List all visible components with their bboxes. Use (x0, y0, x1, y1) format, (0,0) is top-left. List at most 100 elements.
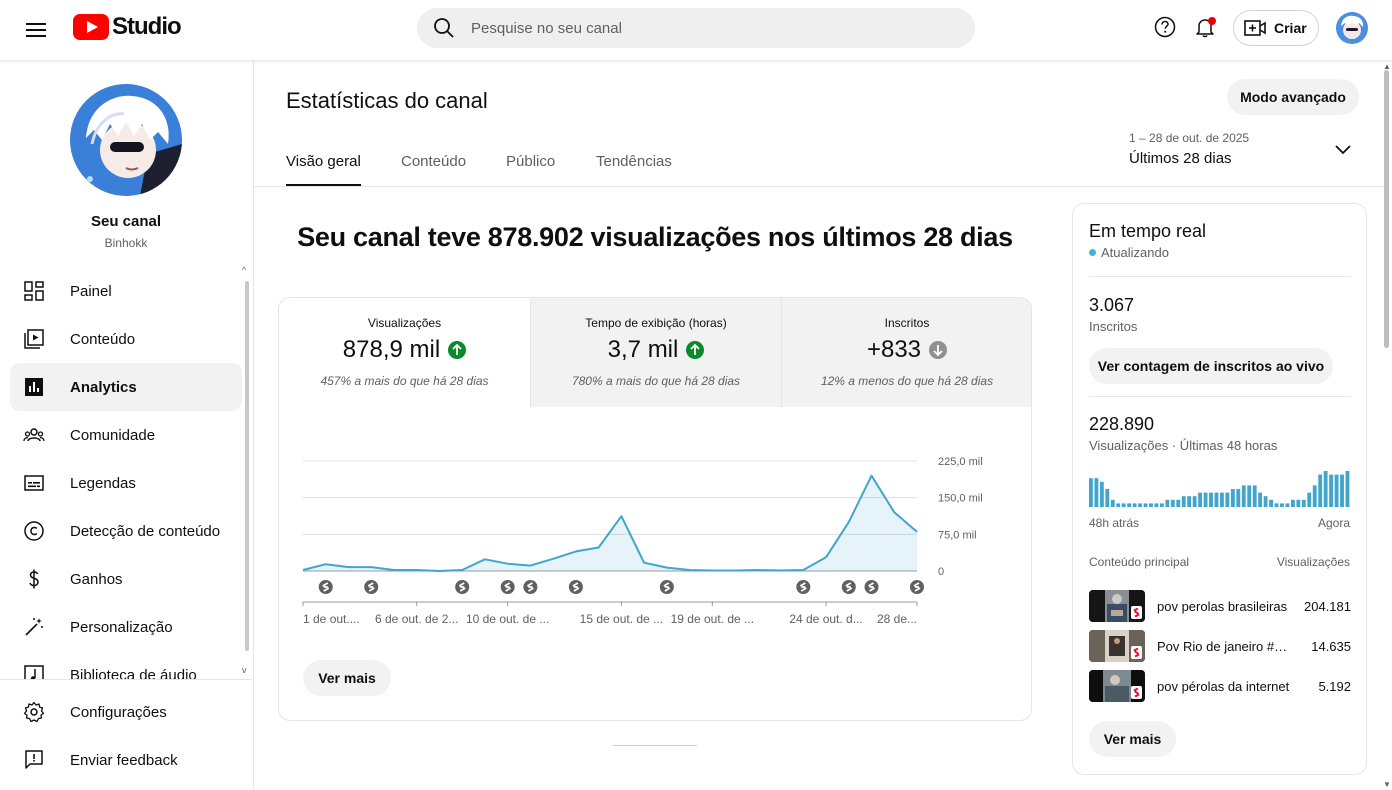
tab-conteudo[interactable]: Conteúdo (401, 153, 466, 170)
see-more-button[interactable]: Ver mais (303, 660, 391, 696)
content-icon (22, 327, 46, 351)
sidebar-scrollbar[interactable] (245, 281, 249, 651)
channel-avatar[interactable] (70, 84, 182, 196)
sidebar-item-deteccao[interactable]: Detecção de conteúdo (10, 507, 242, 555)
sidebar-item-personalizacao[interactable]: Personalização (10, 603, 242, 651)
earn-icon (22, 567, 46, 591)
y-tick-label: 225,0 mil (938, 456, 983, 468)
top-content-row[interactable]: Pov Rio de janeiro #shorts 14.635 (1089, 630, 1351, 662)
sidebar: Seu canal Binhokk Painel Conteúdo Analyt… (0, 61, 254, 790)
hourly-bar (1203, 492, 1208, 507)
sidebar-scroll-down[interactable]: v (242, 665, 247, 675)
top-content-header: Conteúdo principal (1089, 555, 1190, 569)
top-content-row[interactable]: pov pérolas da internet 5.192 (1089, 670, 1351, 702)
hourly-bar (1247, 485, 1252, 507)
tab-visao-geral[interactable]: Visão geral (286, 153, 361, 170)
hourly-bar (1323, 471, 1328, 507)
top-content-row[interactable]: pov perolas brasileiras 204.181 (1089, 590, 1351, 622)
hourly-bar (1187, 496, 1192, 507)
copyright-icon (22, 519, 46, 543)
main-scrollbar[interactable] (1384, 70, 1389, 348)
hourly-bar (1312, 485, 1317, 507)
audio-library-icon (22, 663, 46, 679)
page-indicator (613, 745, 697, 746)
metric-change: 12% a menos do que há 28 dias (820, 374, 994, 388)
hourly-bar (1307, 492, 1312, 507)
status-text: Atualizando (1101, 245, 1169, 260)
search-bar[interactable] (417, 8, 975, 48)
content-title: pov pérolas da internet (1157, 678, 1290, 694)
hourly-bar (1269, 499, 1273, 507)
notifications-bell-icon[interactable] (1190, 12, 1220, 42)
trend-up-icon (448, 341, 467, 359)
realtime-see-more-button[interactable]: Ver mais (1089, 721, 1176, 757)
axis-end-label: Agora (1317, 516, 1350, 530)
metric-views[interactable]: Visualizações 878,9 mil 457% a mais do q… (279, 298, 530, 407)
sidebar-item-label: Analytics (70, 378, 137, 396)
sidebar-item-analytics[interactable]: Analytics (10, 363, 242, 411)
metric-label: Tempo de exibição (horas) (585, 316, 727, 330)
realtime-title: Em tempo real (1089, 221, 1207, 241)
x-tick-label: 15 de out. de ... (580, 612, 663, 626)
hourly-bar (1280, 503, 1284, 507)
x-tick-label: 19 de out. de ... (671, 612, 754, 626)
overview-card: Visualizações 878,9 mil 457% a mais do q… (278, 297, 1032, 721)
x-tick-label: 10 de out. de ... (466, 612, 549, 626)
metric-change: 457% a mais do que há 28 dias (320, 374, 489, 388)
sidebar-item-painel[interactable]: Painel (10, 267, 242, 315)
metric-label: Visualizações (367, 316, 442, 330)
sidebar-scroll-up[interactable]: ^ (242, 265, 246, 275)
sidebar-item-ganhos[interactable]: Ganhos (10, 555, 242, 603)
metric-label: Inscritos (884, 316, 930, 330)
hourly-bar (1318, 474, 1323, 507)
sidebar-item-feedback[interactable]: Enviar feedback (10, 736, 242, 784)
metric-value-row: 878,9 mil (279, 336, 530, 364)
hamburger-menu-icon[interactable] (16, 10, 56, 50)
advanced-mode-button[interactable]: Modo avançado (1227, 79, 1359, 115)
sidebar-item-label: Comunidade (70, 426, 156, 444)
dashboard-icon (22, 279, 46, 303)
divider (1089, 396, 1351, 397)
sidebar-item-conteudo[interactable]: Conteúdo (10, 315, 242, 363)
video-thumbnail (1089, 590, 1145, 622)
hourly-views-chart (1089, 471, 1350, 507)
page-title: Estatísticas do canal (286, 88, 488, 113)
sidebar-item-label: Conteúdo (70, 330, 136, 348)
hourly-bar (1340, 474, 1344, 507)
tab-publico[interactable]: Público (506, 153, 555, 170)
area-fill (303, 475, 917, 571)
hourly-bar (1110, 499, 1115, 507)
chevron-down-icon[interactable] (1334, 143, 1352, 155)
tab-tendencias[interactable]: Tendências (596, 153, 672, 170)
create-button[interactable]: Criar (1233, 10, 1319, 46)
sidebar-item-legendas[interactable]: Legendas (10, 459, 242, 507)
sidebar-item-configuracoes[interactable]: Configurações (10, 688, 242, 736)
date-range[interactable]: 1 – 28 de out. de 2025 (1129, 131, 1249, 145)
hourly-bar (1236, 489, 1241, 507)
sidebar-item-label: Ganhos (70, 570, 123, 588)
hourly-bar (1274, 503, 1279, 507)
metric-subscribers[interactable]: Inscritos +833 12% a menos do que há 28 … (781, 298, 1031, 407)
hourly-bar (1258, 492, 1263, 507)
realtime-views-count: 228.890 (1089, 414, 1155, 434)
hourly-bar (1165, 499, 1170, 507)
date-period-label[interactable]: Últimos 28 dias (1129, 150, 1232, 167)
views-chart: 225,0 mil 150,0 mil 75,0 mil 0 1 de out.... 6… (302, 456, 983, 626)
hourly-bar (1138, 503, 1142, 507)
sidebar-item-comunidade[interactable]: Comunidade (10, 411, 242, 459)
sidebar-item-biblioteca-audio[interactable]: Biblioteca de áudio (10, 651, 242, 679)
studio-logo[interactable]: Studio (73, 13, 182, 41)
content-views: 5.192 (1318, 678, 1351, 694)
feedback-icon (22, 748, 46, 772)
hourly-bar (1225, 492, 1230, 507)
live-subscriber-count-button[interactable]: Ver contagem de inscritos ao vivo (1089, 348, 1333, 384)
help-icon[interactable] (1150, 12, 1180, 42)
search-input[interactable] (471, 19, 951, 37)
metric-value: 878,9 mil (342, 336, 441, 363)
metric-watch-time[interactable]: Tempo de exibição (horas) 3,7 mil 780% a… (530, 298, 781, 407)
hourly-bar (1220, 492, 1224, 507)
account-avatar[interactable] (1336, 12, 1368, 44)
channel-handle: Binhokk (104, 236, 148, 250)
top-bar: Studio Criar (0, 0, 1392, 60)
main-scroll-down[interactable]: ▼ (1383, 780, 1391, 789)
